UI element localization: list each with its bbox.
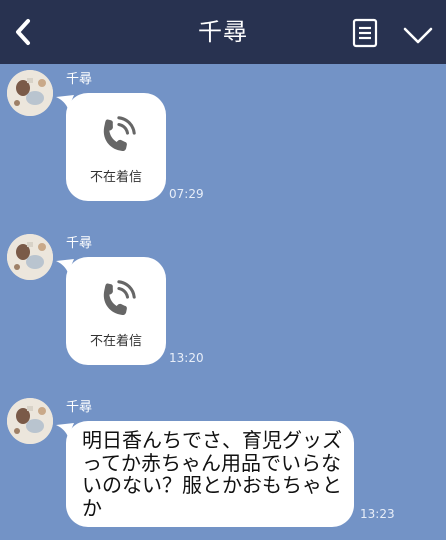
missed-call-label: 不在着信 (89, 334, 142, 349)
message-text: 千尋 明日香んちでさ、育児グッズってか赤ちゃん用品でいらないのない？服とかおもち… (0, 398, 446, 540)
chat-header: 千尋 (0, 0, 446, 64)
message-time: 13:23 (360, 507, 395, 521)
phone-icon (103, 280, 136, 316)
text-bubble[interactable]: 明日香んちでさ、育児グッズってか赤ちゃん用品でいらないのない？服とかおもちゃとか (56, 421, 354, 527)
sender-name: 千尋 (66, 236, 93, 251)
avatar[interactable] (7, 70, 53, 116)
missed-call-bubble[interactable]: 不在着信 (56, 93, 166, 201)
message-time: 13:20 (169, 351, 204, 365)
sender-name: 千尋 (66, 400, 93, 415)
phone-icon (103, 116, 136, 152)
expand-menu-button[interactable] (400, 20, 436, 50)
missed-call-bubble[interactable]: 不在着信 (56, 257, 166, 365)
message-time: 07:29 (169, 187, 204, 201)
memo-list-icon (352, 18, 378, 48)
avatar[interactable] (7, 398, 53, 444)
notes-menu-button[interactable] (350, 18, 380, 48)
message-missed-call: 千尋 不在着信 07:29 (0, 70, 446, 210)
avatar[interactable] (7, 234, 53, 280)
chevron-down-icon (403, 27, 433, 44)
missed-call-label: 不在着信 (89, 170, 142, 185)
message-missed-call: 千尋 不在着信 13:20 (0, 234, 446, 374)
sender-name: 千尋 (66, 72, 93, 87)
message-text-body: 明日香んちでさ、育児グッズってか赤ちゃん用品でいらないのない？服とかおもちゃとか (82, 428, 342, 520)
